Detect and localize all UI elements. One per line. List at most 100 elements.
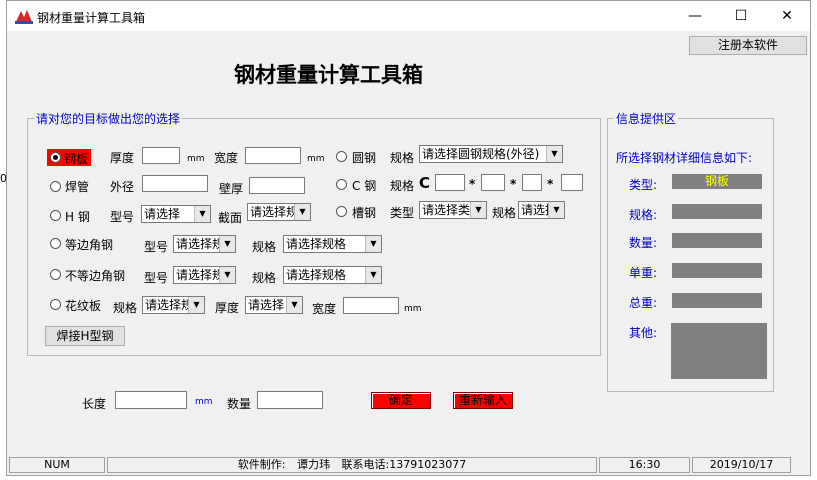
outer-diameter-input[interactable]	[142, 175, 208, 192]
checker-spec-label: 规格	[113, 301, 138, 315]
status-date: 2019/10/17	[692, 457, 791, 473]
c-dim-1-input[interactable]	[435, 174, 465, 191]
status-time: 16:30	[599, 457, 690, 473]
info-type-label: 类型:	[629, 178, 658, 192]
status-num: NUM	[9, 457, 105, 473]
c-dim-2-input[interactable]	[481, 174, 505, 191]
register-button[interactable]: 注册本软件	[689, 36, 807, 55]
chevron-down-icon: ▼	[294, 204, 310, 220]
radio-round-steel[interactable]	[336, 151, 347, 162]
radio-steel-plate[interactable]: 钢板	[47, 149, 91, 166]
maximize-icon[interactable]: ☐	[718, 1, 764, 31]
plate-thickness-input[interactable]	[142, 147, 180, 164]
plate-width-input[interactable]	[245, 147, 301, 164]
wall-thickness-label: 壁厚	[219, 182, 244, 196]
radio-equal-angle[interactable]	[50, 238, 61, 249]
window-title: 钢材重量计算工具箱	[37, 11, 146, 25]
welded-h-steel-button[interactable]: 焊接H型钢	[45, 326, 125, 346]
c-star-1: *	[469, 177, 476, 191]
minimize-icon[interactable]: —	[672, 1, 718, 31]
plate-thickness-unit: mm	[187, 154, 205, 164]
status-author: 谭力玮	[297, 458, 330, 471]
chevron-down-icon: ▼	[286, 297, 302, 313]
channel-spec-select[interactable]: 请选择▼	[518, 201, 565, 219]
selection-group-title: 请对您的目标做出您的选择	[34, 110, 183, 127]
checker-width-input[interactable]	[343, 297, 399, 314]
info-other-value	[671, 323, 767, 379]
equal-spec-label: 规格	[252, 240, 277, 254]
chevron-down-icon: ▼	[365, 267, 381, 283]
h-section-label: 截面	[218, 211, 243, 225]
close-icon[interactable]: ✕	[764, 1, 810, 31]
c-dim-3-input[interactable]	[522, 174, 542, 191]
radio-checker-plate[interactable]	[50, 299, 61, 310]
radio-c-steel[interactable]	[336, 179, 347, 190]
h-steel-label: H 钢	[65, 210, 90, 224]
channel-spec-label: 规格	[492, 206, 517, 220]
info-total-weight-value	[672, 293, 762, 308]
checker-width-label: 宽度	[312, 302, 337, 316]
length-input[interactable]	[115, 391, 187, 409]
unequal-spec-select[interactable]: 请选择规格 ▼	[283, 266, 382, 284]
equal-model-select[interactable]: 请选择规▼	[173, 235, 236, 253]
equal-model-label: 型号	[144, 240, 169, 254]
status-phone-label: 联系电话:	[341, 458, 390, 471]
chevron-down-icon: ▼	[470, 202, 486, 218]
radio-h-steel[interactable]	[50, 210, 61, 221]
info-spec-value	[672, 204, 762, 219]
plate-width-unit: mm	[307, 154, 325, 164]
main-window: 钢材重量计算工具箱 — ☐ ✕ 注册本软件 钢材重量计算工具箱 请对您的目标做出…	[6, 0, 811, 476]
h-section-select[interactable]: 请选择规 ▼	[247, 203, 311, 221]
reset-button[interactable]: 重新输入	[453, 392, 513, 409]
info-unit-weight-label: 单重:	[629, 266, 658, 280]
wall-thickness-input[interactable]	[249, 177, 305, 194]
equal-spec-select[interactable]: 请选择规格 ▼	[283, 235, 382, 253]
info-quantity-value	[672, 233, 762, 248]
info-total-weight-label: 总重:	[629, 296, 658, 310]
radio-welded-pipe[interactable]	[50, 181, 61, 192]
chevron-down-icon: ▼	[548, 202, 564, 218]
info-subtitle: 所选择钢材详细信息如下:	[616, 151, 753, 165]
status-credits: 软件制作: 谭力玮 联系电话:13791023077	[107, 457, 597, 473]
chevron-down-icon: ▼	[188, 297, 204, 313]
unequal-angle-label: 不等边角钢	[65, 269, 126, 283]
c-star-2: *	[510, 177, 517, 191]
info-unit-weight-value	[672, 263, 762, 278]
quantity-label: 数量	[227, 397, 252, 411]
channel-steel-label: 槽钢	[352, 206, 377, 220]
checker-thickness-select[interactable]: 请选择 ▼	[245, 296, 303, 314]
info-spec-label: 规格:	[629, 208, 658, 222]
c-spec-label: 规格	[390, 179, 415, 193]
unequal-model-select[interactable]: 请选择规▼	[173, 266, 236, 284]
c-dim-4-input[interactable]	[561, 174, 583, 191]
info-type-value: 钢板	[672, 174, 762, 189]
length-label: 长度	[82, 397, 107, 411]
round-spec-label: 规格	[390, 151, 415, 165]
radio-channel-steel[interactable]	[336, 206, 347, 217]
title-bar: 钢材重量计算工具箱 — ☐ ✕	[7, 1, 810, 31]
info-other-label: 其他:	[629, 326, 658, 340]
channel-type-select[interactable]: 请选择类 ▼	[419, 201, 487, 219]
quantity-input[interactable]	[257, 391, 323, 409]
radio-unequal-angle[interactable]	[50, 269, 61, 280]
status-author-label: 软件制作:	[237, 458, 286, 471]
round-steel-label: 圆钢	[352, 151, 377, 165]
equal-angle-label: 等边角钢	[65, 238, 114, 252]
page-title: 钢材重量计算工具箱	[234, 63, 423, 87]
h-model-select[interactable]: 请选择 ▼	[141, 205, 211, 223]
status-phone: 13791023077	[389, 458, 467, 471]
chevron-down-icon: ▼	[219, 236, 235, 252]
round-spec-select[interactable]: 请选择圆钢规格(外径) ▼	[419, 145, 563, 163]
chevron-down-icon: ▼	[546, 146, 562, 162]
confirm-button[interactable]: 确定	[371, 392, 431, 409]
h-model-label: 型号	[110, 210, 135, 224]
steel-plate-label: 钢板	[64, 152, 89, 166]
info-group-title: 信息提供区	[614, 110, 679, 127]
checker-width-unit: mm	[404, 304, 422, 314]
chevron-down-icon: ▼	[365, 236, 381, 252]
app-icon	[15, 10, 33, 24]
welded-pipe-label: 焊管	[65, 180, 90, 194]
checker-thickness-label: 厚度	[215, 301, 240, 315]
c-steel-label: C 钢	[352, 179, 377, 193]
checker-spec-select[interactable]: 请选择规▼	[142, 296, 205, 314]
